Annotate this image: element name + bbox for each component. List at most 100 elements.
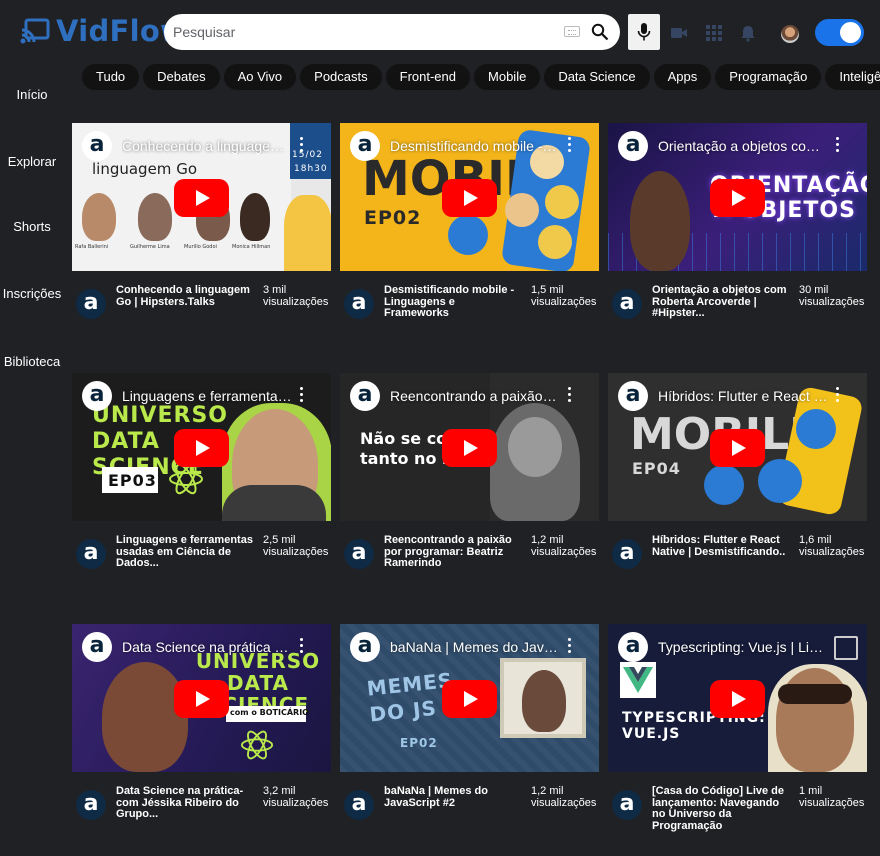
channel-avatar[interactable]: a — [612, 539, 642, 569]
more-options-icon[interactable] — [298, 387, 304, 403]
thumb-title: Híbridos: Flutter e React Native — [658, 388, 828, 404]
video-title[interactable]: Conhecendo a linguagem Go | Hipsters.Tal… — [116, 284, 254, 308]
video-card[interactable]: MEMES DO JS EP02 a baNaNa | Memes do Jav… — [340, 624, 599, 854]
channel-avatar[interactable]: a — [76, 289, 106, 319]
play-button-icon[interactable] — [442, 429, 497, 467]
video-card[interactable]: UNIVERSO DATA SCIENCE EP03 a Linguagens … — [72, 373, 331, 603]
play-button-icon[interactable] — [174, 179, 229, 217]
video-thumbnail[interactable]: 15/02 18h30 linguagem Go Rafa Ballerini … — [72, 123, 331, 271]
more-options-icon[interactable] — [566, 137, 572, 153]
video-thumbnail[interactable]: UNIVERSO DATA SCIENCE EP03 a Linguagens … — [72, 373, 331, 521]
channel-avatar[interactable]: a — [612, 790, 642, 820]
more-options-icon[interactable] — [834, 137, 840, 153]
sidebar-item-shorts[interactable]: Shorts — [0, 219, 64, 234]
more-options-icon[interactable] — [298, 638, 304, 654]
video-card[interactable]: TYPESCRIPTING: VUE.JS a Typescripting: V… — [608, 624, 867, 854]
chip-ao-vivo[interactable]: Ao Vivo — [223, 64, 297, 90]
chip-data-science[interactable]: Data Science — [544, 64, 650, 90]
play-button-icon[interactable] — [174, 680, 229, 718]
channel-avatar[interactable]: a — [76, 539, 106, 569]
channel-avatar[interactable]: a — [344, 289, 374, 319]
channel-badge[interactable]: a — [82, 632, 112, 662]
sidebar-item-biblioteca[interactable]: Biblioteca — [0, 354, 64, 369]
channel-badge[interactable]: a — [82, 381, 112, 411]
play-button-icon[interactable] — [710, 680, 765, 718]
video-meta: a Conhecendo a linguagem Go | Hipsters.T… — [72, 284, 331, 345]
channel-badge[interactable]: a — [82, 131, 112, 161]
channel-avatar[interactable]: a — [612, 289, 642, 319]
play-button-icon[interactable] — [710, 179, 765, 217]
play-button-icon[interactable] — [174, 429, 229, 467]
video-title[interactable]: [Casa do Código] Live de lançamento: Nav… — [652, 785, 790, 832]
video-title[interactable]: Reencontrando a paixão por programar: Be… — [384, 534, 522, 570]
video-card[interactable]: ORIENTAÇÃO A OBJETOS a Orientação a obje… — [608, 123, 867, 353]
video-title[interactable]: Desmistificando mobile - Linguagens e Fr… — [384, 284, 522, 320]
search-button[interactable] — [584, 16, 616, 48]
view-count: 1,5 mil visualizações — [531, 284, 597, 308]
channel-badge[interactable]: a — [350, 131, 380, 161]
create-video-icon[interactable] — [670, 24, 688, 42]
video-thumbnail[interactable]: MOBILE EP04 a Híbridos: Flutter e React … — [608, 373, 867, 521]
voice-search-button[interactable] — [628, 14, 660, 50]
play-button-icon[interactable] — [442, 680, 497, 718]
video-card[interactable]: UNIVERSO DATA SCIENCE com o BOTICÁRIO a … — [72, 624, 331, 854]
channel-badge[interactable]: a — [618, 632, 648, 662]
logo[interactable]: VidFlow — [20, 14, 187, 48]
video-meta: a Reencontrando a paixão por programar: … — [340, 534, 599, 595]
theme-toggle[interactable] — [815, 19, 864, 46]
channel-avatar[interactable]: a — [344, 790, 374, 820]
sidebar-item-inscricoes[interactable]: Inscrições — [0, 286, 64, 301]
video-card[interactable]: 15/02 18h30 linguagem Go Rafa Ballerini … — [72, 123, 331, 353]
user-avatar[interactable] — [781, 25, 799, 43]
chip-podcasts[interactable]: Podcasts — [300, 64, 382, 90]
channel-badge[interactable]: a — [350, 632, 380, 662]
chip-mobile[interactable]: Mobile — [474, 64, 541, 90]
keyboard-icon[interactable] — [564, 26, 580, 37]
view-count: 3,2 mil visualizações — [263, 785, 329, 809]
video-card[interactable]: MOBILE EP04 a Híbridos: Flutter e React … — [608, 373, 867, 603]
video-thumbnail[interactable]: ORIENTAÇÃO A OBJETOS a Orientação a obje… — [608, 123, 867, 271]
sidebar-item-inicio[interactable]: Início — [0, 87, 64, 102]
chip-inteligencia-artificial[interactable]: Inteligência Artificial — [825, 64, 880, 90]
play-button-icon[interactable] — [710, 429, 765, 467]
channel-avatar[interactable]: a — [76, 790, 106, 820]
channel-badge[interactable]: a — [618, 381, 648, 411]
video-card[interactable]: Não se co tanto no i a Reencontrando a p… — [340, 373, 599, 603]
play-button-icon[interactable] — [442, 179, 497, 217]
channel-avatar[interactable]: a — [344, 539, 374, 569]
video-thumbnail[interactable]: UNIVERSO DATA SCIENCE com o BOTICÁRIO a … — [72, 624, 331, 772]
video-thumbnail[interactable]: Não se co tanto no i a Reencontrando a p… — [340, 373, 599, 521]
channel-badge[interactable]: a — [350, 381, 380, 411]
apps-grid-icon[interactable] — [705, 24, 723, 42]
video-card[interactable]: MOBILE EP02 a Desmistificando mobile - L… — [340, 123, 599, 353]
video-title[interactable]: baNaNa | Memes do JavaScript #2 — [384, 785, 522, 809]
chip-tudo[interactable]: Tudo — [82, 64, 140, 90]
video-title[interactable]: Orientação a objetos com Roberta Arcover… — [652, 284, 790, 320]
chip-front-end[interactable]: Front-end — [385, 64, 471, 90]
more-options-icon[interactable] — [566, 387, 572, 403]
video-meta: a Híbridos: Flutter e React Native | Des… — [608, 534, 867, 595]
chip-programacao[interactable]: Programação — [715, 64, 822, 90]
notifications-bell-icon[interactable] — [739, 24, 757, 42]
thumb-name: Monica Hillman — [232, 244, 271, 250]
video-title[interactable]: Linguagens e ferramentas usadas em Ciênc… — [116, 534, 254, 570]
add-to-queue-icon[interactable] — [834, 636, 858, 660]
more-options-icon[interactable] — [566, 638, 572, 654]
video-title[interactable]: Híbridos: Flutter e React Native | Desmi… — [652, 534, 790, 558]
video-thumbnail[interactable]: MOBILE EP02 a Desmistificando mobile - L… — [340, 123, 599, 271]
video-thumbnail[interactable]: TYPESCRIPTING: VUE.JS a Typescripting: V… — [608, 624, 867, 772]
more-options-icon[interactable] — [834, 387, 840, 403]
thumb-title: Typescripting: Vue.js | Live de lançamen… — [658, 639, 828, 655]
thumb-title: Orientação a objetos com Roberta Arcover… — [658, 138, 828, 154]
chip-debates[interactable]: Debates — [143, 64, 220, 90]
vue-logo-icon — [623, 667, 653, 693]
video-thumbnail[interactable]: MEMES DO JS EP02 a baNaNa | Memes do Jav… — [340, 624, 599, 772]
thumb-title: Linguagens e ferramentas usadas em Ciênc… — [122, 388, 292, 404]
search-input[interactable] — [164, 14, 554, 50]
chip-apps[interactable]: Apps — [653, 64, 712, 90]
view-count: 3 mil visualizações — [263, 284, 329, 308]
more-options-icon[interactable] — [298, 137, 304, 153]
channel-badge[interactable]: a — [618, 131, 648, 161]
video-title[interactable]: Data Science na prática- com Jéssika Rib… — [116, 785, 254, 821]
sidebar-item-explorar[interactable]: Explorar — [0, 154, 64, 169]
